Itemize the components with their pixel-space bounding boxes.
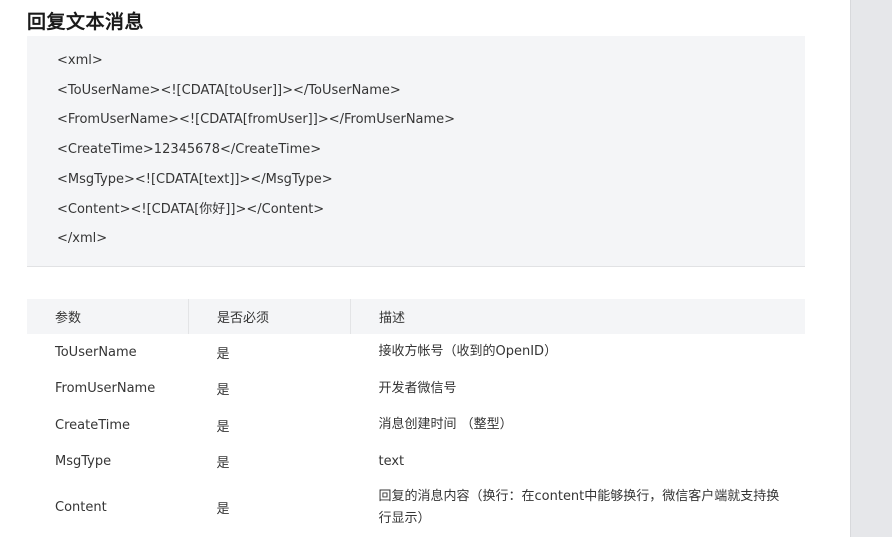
param-required: 是 — [216, 419, 230, 435]
table-row: MsgType 是 text — [27, 444, 805, 481]
page-title: 回复文本消息 — [27, 11, 145, 33]
table-row: Content 是 回复的消息内容（换行：在content中能够换行，微信客户端… — [27, 480, 805, 535]
table-row: ToUserName 是 接收方帐号（收到的OpenID） — [27, 334, 805, 371]
param-name: FromUserName — [55, 381, 156, 397]
params-table: 参数 是否必须 描述 ToUserName 是 接收方帐号（收到的OpenID）… — [27, 299, 805, 535]
code-line: <FromUserName><![CDATA[fromUser]]></From… — [57, 112, 456, 128]
param-description: 消息创建时间 （整型） — [378, 417, 513, 433]
param-required: 是 — [216, 346, 230, 362]
table-row: CreateTime 是 消息创建时间 （整型） — [27, 407, 805, 444]
table-row: FromUserName 是 开发者微信号 — [27, 371, 805, 408]
code-line: <CreateTime>12345678</CreateTime> — [57, 142, 322, 158]
param-name: Content — [55, 500, 107, 515]
header-description: 描述 — [350, 299, 805, 334]
code-line: <ToUserName><![CDATA[toUser]]></ToUserNa… — [57, 82, 401, 98]
param-name: CreateTime — [55, 417, 131, 433]
code-line: <MsgType><![CDATA[text]]></MsgType> — [57, 171, 333, 187]
right-gutter — [850, 0, 892, 537]
code-line: <xml> — [57, 53, 103, 68]
param-name: MsgType — [55, 454, 112, 470]
header-param: 参数 — [27, 299, 189, 334]
param-description: 接收方帐号（收到的OpenID） — [378, 344, 558, 360]
doc-content: 回复文本消息 <xml> <ToUserName><![CDATA[toUser… — [27, 0, 805, 535]
code-line: <Content><![CDATA[你好]]></Content> — [57, 201, 325, 217]
param-description: 开发者微信号 — [378, 380, 457, 396]
param-description: 回复的消息内容（换行：在content中能够换行，微信客户端就支持换行显示） — [378, 488, 780, 526]
param-description: text — [378, 453, 405, 469]
param-name: ToUserName — [55, 344, 137, 360]
table-header-row: 参数 是否必须 描述 — [27, 299, 805, 334]
page: 回复文本消息 <xml> <ToUserName><![CDATA[toUser… — [0, 0, 892, 537]
code-line: </xml> — [57, 231, 108, 247]
param-required: 是 — [216, 383, 230, 399]
param-required: 是 — [216, 502, 230, 517]
xml-code-block: <xml> <ToUserName><![CDATA[toUser]]></To… — [27, 36, 805, 267]
header-required: 是否必须 — [188, 299, 351, 334]
param-required: 是 — [216, 456, 230, 472]
